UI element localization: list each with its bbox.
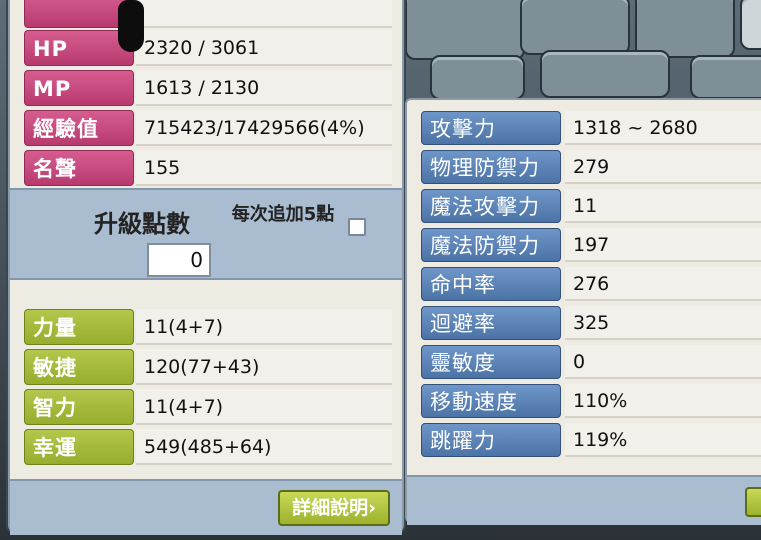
character-stat-window: HP 2320 / 3061 MP 1613 / 2130 經驗值 715423…: [8, 0, 404, 535]
detail-stat-window: 攻擊力 1318 ~ 2680 物理防禦力 279 魔法攻擊力 11 魔法防禦力…: [405, 98, 761, 525]
auto-assign-label: 每次追加5點: [231, 204, 335, 225]
detail-button[interactable]: 詳細說明›: [278, 490, 390, 526]
character-shadow: [118, 0, 144, 52]
rock-6: [690, 55, 761, 99]
mp-value: 1613 / 2130: [136, 70, 392, 106]
magic-attack-value: 11: [565, 189, 761, 223]
stat-value: [136, 0, 392, 28]
rock-5: [540, 50, 670, 98]
mp-label: MP: [24, 70, 134, 106]
accuracy-value: 276: [565, 267, 761, 301]
attack-value: 1318 ~ 2680: [565, 111, 761, 145]
speed-value: 110%: [565, 384, 761, 418]
magic-def-value: 197: [565, 228, 761, 262]
hands-value: 0: [565, 345, 761, 379]
fame-value: 155: [136, 150, 392, 186]
base-stats-panel: 力量 11(4+7) 敏捷 120(77+43) 智力 11(4+7) 幸運 5…: [10, 295, 402, 467]
rock-1: [405, 0, 525, 60]
int-label: 智力: [24, 389, 134, 425]
ability-points-title: 升級點數: [94, 210, 190, 238]
chevron-right-icon: ›: [368, 497, 376, 519]
rock-2: [520, 0, 630, 55]
luk-label: 幸運: [24, 429, 134, 465]
ability-points-value: 0: [147, 243, 211, 277]
int-value: 11(4+7): [136, 389, 392, 425]
jump-value: 119%: [565, 423, 761, 457]
attack-label: 攻擊力: [421, 111, 561, 145]
str-value: 11(4+7): [136, 309, 392, 345]
str-label: 力量: [24, 309, 134, 345]
detail-button-label: 詳細說明: [292, 497, 369, 519]
rock-4: [430, 55, 525, 100]
weapon-def-value: 279: [565, 150, 761, 184]
weapon-def-label: 物理防禦力: [421, 150, 561, 184]
rock-7: [740, 0, 761, 50]
hp-value: 2320 / 3061: [136, 30, 392, 66]
avoid-label: 迴避率: [421, 306, 561, 340]
jump-label: 跳躍力: [421, 423, 561, 457]
speed-label: 移動速度: [421, 384, 561, 418]
accuracy-label: 命中率: [421, 267, 561, 301]
fame-label: 名聲: [24, 150, 134, 186]
magic-def-label: 魔法防禦力: [421, 228, 561, 262]
avoid-value: 325: [565, 306, 761, 340]
auto-assign-checkbox[interactable]: [348, 218, 366, 236]
luk-value: 549(485+64): [136, 429, 392, 465]
dex-label: 敏捷: [24, 349, 134, 385]
exp-label: 經驗值: [24, 110, 134, 146]
right-bottom-bar: [407, 475, 761, 525]
magic-attack-label: 魔法攻擊力: [421, 189, 561, 223]
exp-value: 715423/17429566(4%): [136, 110, 392, 146]
hands-label: 靈敏度: [421, 345, 561, 379]
right-panel-button[interactable]: [745, 487, 761, 517]
dex-value: 120(77+43): [136, 349, 392, 385]
